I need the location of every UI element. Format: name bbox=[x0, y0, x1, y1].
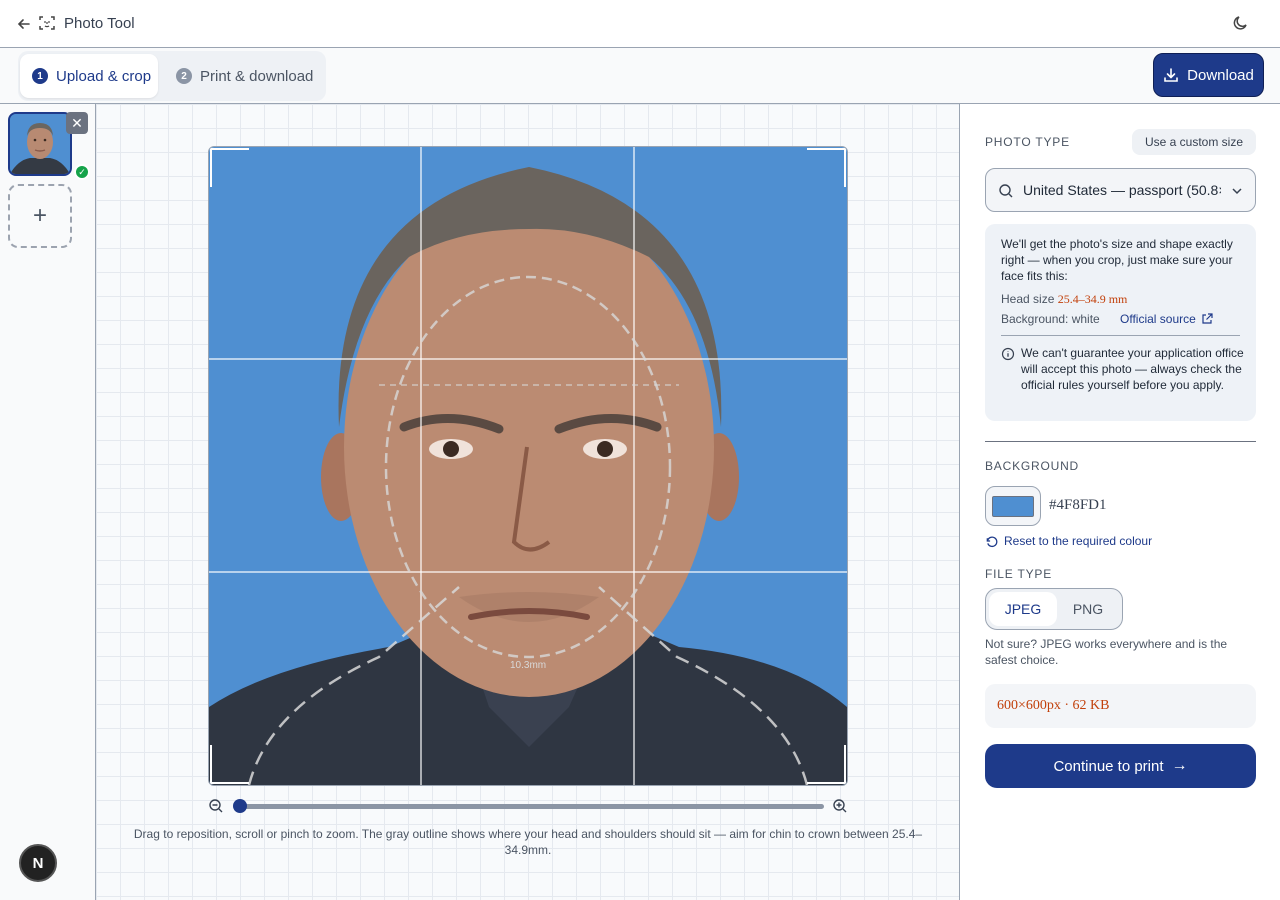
file-type-toggle: JPEG PNG bbox=[985, 588, 1123, 630]
zoom-slider[interactable] bbox=[240, 804, 824, 809]
check-icon: ✓ bbox=[74, 164, 90, 180]
color-picker[interactable] bbox=[985, 486, 1041, 526]
continue-label: Continue to print bbox=[1053, 757, 1164, 775]
head-size: Head size 25.4–34.9 mm bbox=[1001, 292, 1127, 307]
file-type-png[interactable]: PNG bbox=[1056, 592, 1120, 626]
portrait-image bbox=[209, 147, 847, 785]
face-scan-icon bbox=[38, 14, 58, 34]
color-swatch bbox=[992, 496, 1034, 517]
crop-photo[interactable] bbox=[208, 146, 848, 786]
photo-type-heading: PHOTO TYPE bbox=[985, 135, 1070, 149]
step-number: 1 bbox=[32, 68, 48, 84]
official-source-label: Official source bbox=[1120, 312, 1196, 326]
reset-icon bbox=[986, 536, 998, 547]
step-bar: 1 Upload & crop 2 Print & download Downl… bbox=[0, 48, 1280, 104]
file-type-jpeg[interactable]: JPEG bbox=[989, 592, 1057, 626]
step-label: Print & download bbox=[200, 67, 314, 85]
chevron-down-icon bbox=[1229, 183, 1245, 199]
app-title: Photo Tool bbox=[64, 15, 135, 32]
continue-button[interactable]: Continue to print → bbox=[985, 744, 1256, 788]
download-icon bbox=[1164, 68, 1178, 82]
tab-print-download[interactable]: 2 Print & download bbox=[174, 54, 320, 98]
head-size-value: 25.4–34.9 mm bbox=[1057, 292, 1128, 306]
file-type-heading: FILE TYPE bbox=[985, 567, 1053, 581]
background-requirement: Background: white bbox=[1001, 312, 1100, 326]
divider bbox=[1001, 335, 1240, 336]
photo-type-select[interactable]: United States — passport (50.8×50.8mm) bbox=[985, 168, 1256, 212]
disclaimer-text: We can't guarantee your application offi… bbox=[1021, 346, 1244, 392]
reset-color-button[interactable]: Reset to the required colour bbox=[985, 534, 1152, 548]
zoom-in-icon[interactable] bbox=[832, 798, 848, 814]
requirements-text: We'll get the photo's size and shape exa… bbox=[1001, 237, 1233, 283]
zoom-out-icon[interactable] bbox=[208, 798, 224, 814]
step-label: Upload & crop bbox=[56, 67, 152, 85]
background-heading: BACKGROUND bbox=[985, 459, 1080, 473]
color-hex-value: #4F8FD1 bbox=[1049, 497, 1107, 513]
measure-label: 10.3mm bbox=[510, 660, 547, 671]
output-size-info: 600×600px · 62 KB bbox=[985, 684, 1256, 728]
photo-list: ✕ ✓ + N bbox=[0, 104, 96, 900]
top-bar: Photo Tool bbox=[0, 0, 1280, 48]
step-number: 2 bbox=[176, 68, 192, 84]
section-divider bbox=[985, 441, 1256, 442]
info-icon bbox=[1001, 347, 1015, 361]
photo-type-value: United States — passport (50.8×50.8mm) bbox=[1023, 182, 1221, 198]
back-arrow-icon[interactable] bbox=[14, 14, 34, 34]
search-icon bbox=[998, 183, 1014, 199]
remove-photo-button[interactable]: ✕ bbox=[66, 112, 88, 134]
official-source-link[interactable]: Official source bbox=[1120, 312, 1213, 326]
external-link-icon bbox=[1202, 313, 1213, 324]
zoom-slider-handle[interactable] bbox=[233, 799, 247, 813]
custom-size-button[interactable]: Use a custom size bbox=[1132, 129, 1256, 155]
file-type-note: Not sure? JPEG works everywhere and is t… bbox=[985, 637, 1228, 667]
zoom-control bbox=[208, 796, 848, 816]
add-photo-button[interactable]: + bbox=[8, 184, 72, 248]
close-icon: ✕ bbox=[71, 114, 83, 131]
dark-mode-icon[interactable] bbox=[1232, 14, 1252, 34]
arrow-right-icon: → bbox=[1171, 757, 1188, 774]
reset-label: Reset to the required colour bbox=[1004, 534, 1153, 548]
tab-upload-crop[interactable]: 1 Upload & crop bbox=[20, 54, 158, 98]
head-size-label: Head size bbox=[1001, 292, 1055, 306]
photo-thumbnail[interactable] bbox=[8, 112, 72, 176]
step-tabs: 1 Upload & crop 2 Print & download bbox=[18, 51, 326, 101]
download-button[interactable]: Download bbox=[1153, 53, 1264, 97]
download-label: Download bbox=[1187, 66, 1254, 84]
crop-hint: Drag to reposition, scroll or pinch to z… bbox=[133, 827, 923, 857]
dev-badge[interactable]: N bbox=[19, 844, 57, 882]
crop-canvas: 10.3mm Drag to reposition, scroll or pin… bbox=[96, 104, 960, 900]
settings-panel: PHOTO TYPE Use a custom size United Stat… bbox=[961, 104, 1280, 900]
requirements-box: We'll get the photo's size and shape exa… bbox=[985, 224, 1256, 421]
